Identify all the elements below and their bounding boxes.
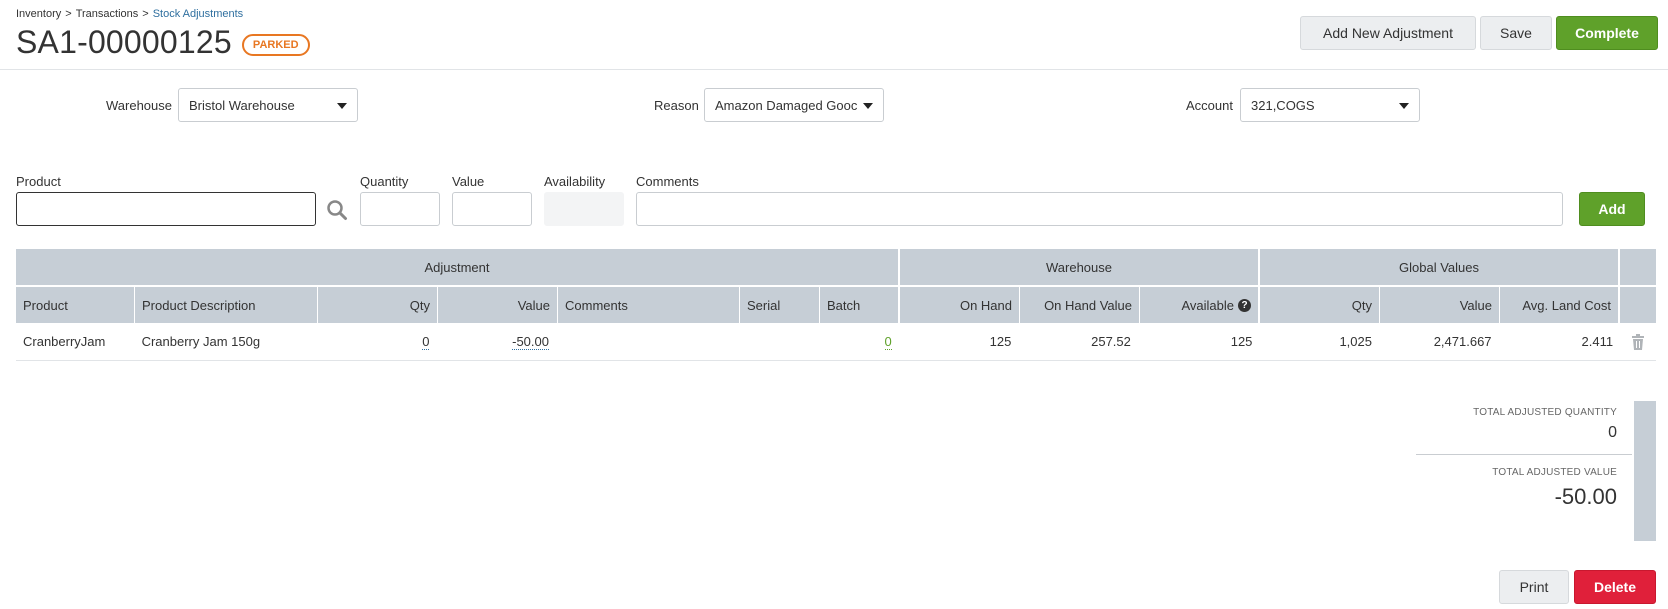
col-batch[interactable]: Batch bbox=[820, 287, 900, 323]
col-comments[interactable]: Comments bbox=[558, 287, 740, 323]
qty-editable[interactable]: 0 bbox=[422, 334, 430, 350]
account-value: 321,COGS bbox=[1251, 97, 1315, 113]
breadcrumb-inventory[interactable]: Inventory bbox=[16, 8, 61, 20]
save-button[interactable]: Save bbox=[1480, 16, 1552, 50]
col-avg-land-cost[interactable]: Avg. Land Cost bbox=[1500, 287, 1620, 323]
print-button[interactable]: Print bbox=[1499, 570, 1569, 604]
breadcrumb-separator: > bbox=[65, 8, 72, 20]
complete-button[interactable]: Complete bbox=[1556, 16, 1658, 50]
grid-column-header: Product Product Description Qty Value Co… bbox=[16, 285, 1656, 323]
cell-actions bbox=[1620, 323, 1656, 360]
col-global-qty[interactable]: Qty bbox=[1260, 287, 1380, 323]
search-icon[interactable] bbox=[326, 199, 348, 221]
top-actions: Add New Adjustment Save Complete bbox=[1300, 16, 1658, 50]
value-label: Value bbox=[452, 174, 485, 189]
question-circle-icon[interactable]: ? bbox=[1238, 298, 1251, 312]
total-adjusted-value-value: -50.00 bbox=[1554, 484, 1617, 509]
product-input-label: Product bbox=[16, 174, 61, 189]
cell-on-hand-value: 257.52 bbox=[1091, 334, 1131, 349]
col-global-value[interactable]: Value bbox=[1380, 287, 1500, 323]
col-serial[interactable]: Serial bbox=[740, 287, 820, 323]
col-product-description[interactable]: Product Description bbox=[135, 287, 318, 323]
warehouse-select[interactable]: Bristol Warehouse bbox=[178, 88, 358, 122]
value-editable[interactable]: -50.00 bbox=[512, 334, 549, 350]
account-select[interactable]: 321,COGS bbox=[1240, 88, 1420, 122]
cell-product: CranberryJam bbox=[23, 334, 106, 349]
product-input[interactable] bbox=[16, 192, 316, 226]
breadcrumb-separator: > bbox=[142, 8, 149, 20]
reason-value: Amazon Damaged Gooc bbox=[715, 97, 858, 113]
warehouse-value: Bristol Warehouse bbox=[189, 97, 295, 113]
quantity-label: Quantity bbox=[360, 174, 409, 189]
col-product[interactable]: Product bbox=[16, 287, 135, 323]
reason-label: Reason bbox=[654, 98, 699, 113]
value-input[interactable] bbox=[452, 192, 532, 226]
chevron-down-icon bbox=[863, 103, 873, 109]
cell-on-hand: 125 bbox=[989, 334, 1012, 349]
totals-panel: TOTAL ADJUSTED QUANTITY 0 TOTAL ADJUSTED… bbox=[1416, 401, 1632, 510]
delete-button[interactable]: Delete bbox=[1574, 570, 1656, 604]
total-adjusted-value-label: TOTAL ADJUSTED VALUE bbox=[1492, 467, 1617, 478]
add-button[interactable]: Add bbox=[1579, 192, 1645, 226]
grid-group-header: Adjustment Warehouse Global Values bbox=[16, 249, 1656, 285]
comments-input[interactable] bbox=[636, 192, 1563, 226]
col-value[interactable]: Value bbox=[438, 287, 558, 323]
cell-comments[interactable] bbox=[556, 323, 737, 360]
totals-divider bbox=[1416, 454, 1632, 455]
col-available[interactable]: Available? bbox=[1140, 287, 1260, 323]
breadcrumb-transactions[interactable]: Transactions bbox=[76, 8, 139, 20]
group-warehouse: Warehouse bbox=[900, 249, 1260, 285]
col-on-hand-value[interactable]: On Hand Value bbox=[1020, 287, 1140, 323]
account-label: Account bbox=[1186, 98, 1233, 113]
cell-product-description: Cranberry Jam 150g bbox=[141, 334, 261, 349]
chevron-down-icon bbox=[1399, 103, 1409, 109]
availability-field bbox=[544, 192, 624, 226]
warehouse-label: Warehouse bbox=[106, 98, 172, 113]
status-badge: PARKED bbox=[241, 33, 310, 56]
breadcrumb-stock-adjustments[interactable]: Stock Adjustments bbox=[153, 8, 244, 20]
col-qty[interactable]: Qty bbox=[318, 287, 438, 323]
batch-editable[interactable]: 0 bbox=[884, 334, 892, 350]
table-row: CranberryJam Cranberry Jam 150g 0 -50.00… bbox=[16, 323, 1656, 361]
chevron-down-icon bbox=[337, 103, 347, 109]
cell-global-value: 2,471.667 bbox=[1433, 334, 1492, 349]
cell-batch: 0 bbox=[817, 323, 899, 360]
trash-icon[interactable] bbox=[1631, 333, 1645, 350]
comments-label: Comments bbox=[636, 174, 699, 189]
cell-avg-land-cost: 2.411 bbox=[1581, 334, 1614, 349]
page-title: SA1-00000125 bbox=[16, 24, 232, 60]
header-divider bbox=[0, 69, 1668, 70]
total-adjusted-quantity-value: 0 bbox=[1608, 424, 1617, 441]
total-adjusted-quantity-label: TOTAL ADJUSTED QUANTITY bbox=[1473, 407, 1617, 418]
adjustment-grid: Adjustment Warehouse Global Values Produ… bbox=[16, 249, 1656, 361]
group-actions bbox=[1620, 249, 1656, 285]
add-new-adjustment-button[interactable]: Add New Adjustment bbox=[1300, 16, 1476, 50]
cell-value: -50.00 bbox=[436, 323, 556, 360]
col-available-label: Available bbox=[1181, 297, 1234, 313]
cell-serial[interactable] bbox=[737, 323, 817, 360]
title-row: SA1-00000125 PARKED bbox=[16, 24, 310, 61]
reason-select[interactable]: Amazon Damaged Gooc bbox=[704, 88, 884, 122]
col-actions bbox=[1620, 287, 1656, 323]
cell-qty: 0 bbox=[317, 323, 437, 360]
col-on-hand[interactable]: On Hand bbox=[900, 287, 1020, 323]
cell-available: 125 bbox=[1230, 334, 1253, 349]
group-adjustment: Adjustment bbox=[16, 249, 900, 285]
totals-accent-bar bbox=[1634, 401, 1656, 541]
cell-global-qty: 1,025 bbox=[1339, 334, 1372, 349]
breadcrumb: Inventory > Transactions > Stock Adjustments bbox=[16, 8, 243, 20]
group-global-values: Global Values bbox=[1260, 249, 1620, 285]
availability-label: Availability bbox=[544, 174, 606, 189]
quantity-input[interactable] bbox=[360, 192, 440, 226]
